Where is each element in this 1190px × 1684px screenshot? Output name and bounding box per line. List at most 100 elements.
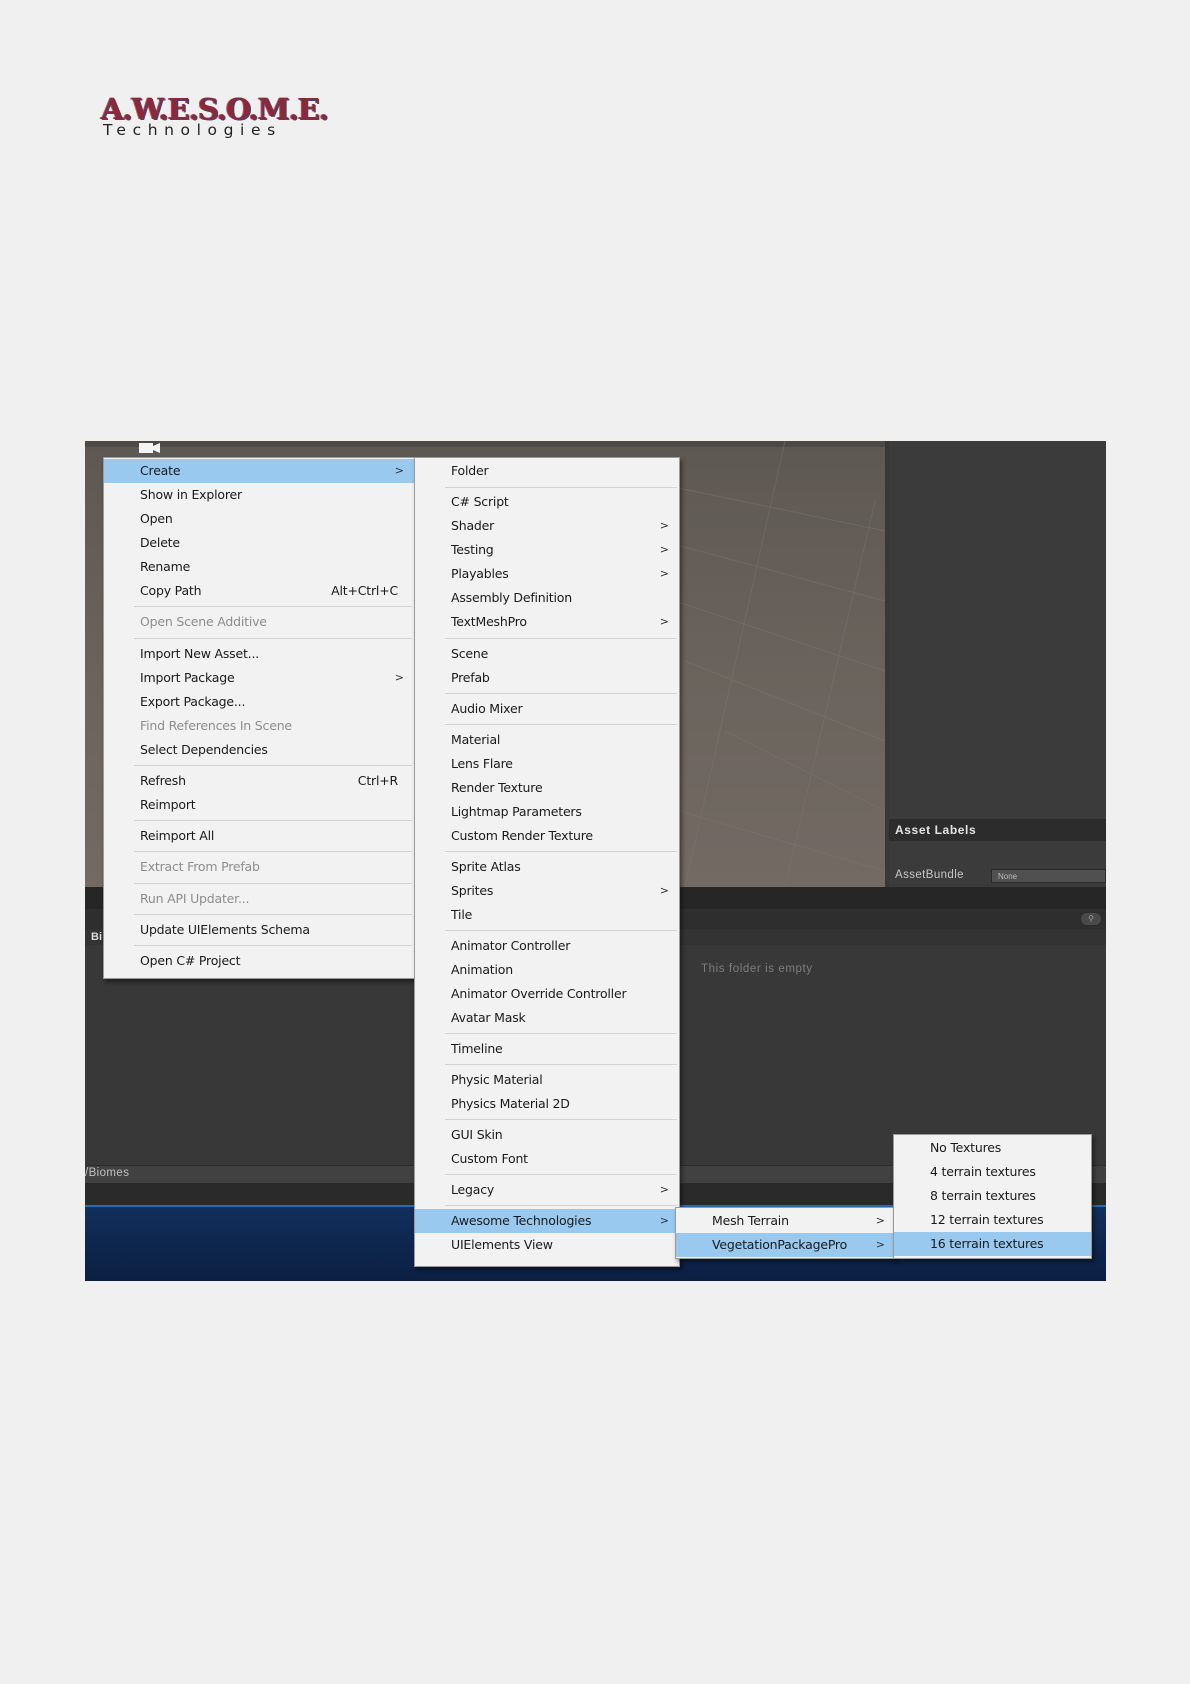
- menu-item-custom-render-texture[interactable]: Custom Render Texture: [415, 824, 679, 848]
- menu-item-vegetation-package-pro[interactable]: VegetationPackagePro >: [676, 1233, 895, 1257]
- empty-folder-message: This folder is empty: [701, 963, 813, 975]
- menu-item-run-api-updater: Run API Updater...: [140, 891, 250, 906]
- menu-separator: [134, 851, 412, 852]
- menu-item-csharp-script[interactable]: C# Script: [415, 490, 679, 514]
- menu-item-show-in-explorer[interactable]: Show in Explorer: [104, 483, 414, 507]
- menu-item-awesome-technologies[interactable]: Awesome Technologies >: [415, 1209, 679, 1233]
- menu-item-legacy[interactable]: Legacy >: [415, 1178, 679, 1202]
- asset-labels-header: Asset Labels: [889, 819, 1106, 841]
- company-logo: A.W.E.S.O.M.E. Technologies: [101, 93, 329, 141]
- menu-item-12-terrain-textures[interactable]: 12 terrain textures: [894, 1208, 1091, 1232]
- chevron-right-icon: >: [659, 1183, 669, 1196]
- chevron-right-icon: >: [659, 567, 669, 580]
- logo-subtitle: Technologies: [103, 121, 282, 139]
- menu-separator: [445, 1174, 677, 1175]
- menu-separator: [445, 693, 677, 694]
- menu-item-delete[interactable]: Delete: [104, 531, 414, 555]
- shortcut-label: Alt+Ctrl+C: [331, 583, 398, 598]
- menu-separator: [445, 487, 677, 488]
- menu-item-16-terrain-textures[interactable]: 16 terrain textures: [894, 1232, 1091, 1256]
- menu-separator: [134, 606, 412, 607]
- menu-item-audio-mixer[interactable]: Audio Mixer: [415, 697, 679, 721]
- search-icon[interactable]: ⚲: [1081, 913, 1101, 925]
- menu-separator: [445, 1033, 677, 1034]
- menu-item-scene[interactable]: Scene: [415, 642, 679, 666]
- folder-path: /Biomes: [85, 1167, 130, 1179]
- menu-item-timeline[interactable]: Timeline: [415, 1037, 679, 1061]
- chevron-right-icon: >: [875, 1214, 885, 1227]
- menu-item-prefab[interactable]: Prefab: [415, 666, 679, 690]
- menu-item-lens-flare[interactable]: Lens Flare: [415, 752, 679, 776]
- awesome-technologies-submenu: Mesh Terrain > VegetationPackagePro >: [675, 1207, 896, 1259]
- menu-item-avatar-mask[interactable]: Avatar Mask: [415, 1006, 679, 1030]
- menu-item-update-uielements-schema[interactable]: Update UIElements Schema: [104, 918, 414, 942]
- menu-item-folder[interactable]: Folder: [415, 459, 679, 483]
- menu-separator: [445, 1205, 677, 1206]
- menu-separator: [134, 883, 412, 884]
- menu-item-physics-material-2d[interactable]: Physics Material 2D: [415, 1092, 679, 1116]
- menu-separator: [445, 724, 677, 725]
- chevron-right-icon: >: [659, 615, 669, 628]
- menu-separator: [445, 638, 677, 639]
- menu-item-copy-path[interactable]: Copy Path Alt+Ctrl+C: [104, 579, 414, 603]
- menu-item-assembly-definition[interactable]: Assembly Definition: [415, 586, 679, 610]
- chevron-right-icon: >: [394, 464, 404, 477]
- menu-item-export-package[interactable]: Export Package...: [104, 690, 414, 714]
- menu-item-4-terrain-textures[interactable]: 4 terrain textures: [894, 1160, 1091, 1184]
- menu-separator: [134, 945, 412, 946]
- menu-item-import-new-asset[interactable]: Import New Asset...: [104, 642, 414, 666]
- menu-item-select-dependencies[interactable]: Select Dependencies: [104, 738, 414, 762]
- menu-separator: [445, 851, 677, 852]
- menu-item-find-references: Find References In Scene: [140, 718, 292, 733]
- menu-separator: [445, 1064, 677, 1065]
- menu-item-rename[interactable]: Rename: [104, 555, 414, 579]
- chevron-right-icon: >: [659, 884, 669, 897]
- vegetation-package-submenu: No Textures 4 terrain textures 8 terrain…: [893, 1134, 1092, 1259]
- menu-item-animation[interactable]: Animation: [415, 958, 679, 982]
- menu-item-open-scene-additive: Open Scene Additive: [140, 614, 267, 629]
- chevron-right-icon: >: [659, 543, 669, 556]
- menu-item-physic-material[interactable]: Physic Material: [415, 1068, 679, 1092]
- context-menu: Create > Show in Explorer Open Delete Ren…: [103, 457, 415, 979]
- menu-item-render-texture[interactable]: Render Texture: [415, 776, 679, 800]
- menu-item-custom-font[interactable]: Custom Font: [415, 1147, 679, 1171]
- menu-item-reimport-all[interactable]: Reimport All: [104, 824, 414, 848]
- menu-item-material[interactable]: Material: [415, 728, 679, 752]
- menu-item-testing[interactable]: Testing >: [415, 538, 679, 562]
- menu-item-textmeshpro[interactable]: TextMeshPro >: [415, 610, 679, 634]
- menu-item-uielements-view[interactable]: UIElements View: [415, 1233, 679, 1257]
- menu-item-open[interactable]: Open: [104, 507, 414, 531]
- unity-editor-screenshot: Asset Labels AssetBundle None ⚲ Bi This …: [85, 441, 1106, 1281]
- menu-separator: [134, 820, 412, 821]
- chevron-right-icon: >: [659, 1214, 669, 1227]
- menu-item-reimport[interactable]: Reimport: [104, 793, 414, 817]
- menu-item-shader[interactable]: Shader >: [415, 514, 679, 538]
- menu-item-mesh-terrain[interactable]: Mesh Terrain >: [676, 1209, 895, 1233]
- menu-item-import-package[interactable]: Import Package >: [104, 666, 414, 690]
- menu-item-tile[interactable]: Tile: [415, 903, 679, 927]
- menu-item-animator-controller[interactable]: Animator Controller: [415, 934, 679, 958]
- shortcut-label: Ctrl+R: [357, 773, 398, 788]
- menu-item-8-terrain-textures[interactable]: 8 terrain textures: [894, 1184, 1091, 1208]
- menu-item-sprites[interactable]: Sprites >: [415, 879, 679, 903]
- menu-separator: [445, 1119, 677, 1120]
- assetbundle-label: AssetBundle: [895, 869, 964, 881]
- menu-item-extract-from-prefab: Extract From Prefab: [140, 859, 260, 874]
- chevron-right-icon: >: [394, 671, 404, 684]
- asset-labels-title: Asset Labels: [895, 823, 977, 837]
- menu-item-open-csharp-project[interactable]: Open C# Project: [104, 949, 414, 973]
- menu-item-sprite-atlas[interactable]: Sprite Atlas: [415, 855, 679, 879]
- menu-item-playables[interactable]: Playables >: [415, 562, 679, 586]
- menu-separator: [445, 930, 677, 931]
- menu-item-refresh[interactable]: Refresh Ctrl+R: [104, 769, 414, 793]
- menu-item-gui-skin[interactable]: GUI Skin: [415, 1123, 679, 1147]
- project-tab-label[interactable]: Bi: [91, 931, 102, 943]
- menu-item-lightmap-parameters[interactable]: Lightmap Parameters: [415, 800, 679, 824]
- chevron-right-icon: >: [875, 1238, 885, 1251]
- menu-item-create[interactable]: Create >: [104, 459, 414, 483]
- menu-separator: [134, 914, 412, 915]
- assetbundle-dropdown[interactable]: None: [991, 869, 1106, 883]
- menu-item-animator-override-controller[interactable]: Animator Override Controller: [415, 982, 679, 1006]
- create-submenu: Folder C# Script Shader > Testing > Playab…: [414, 457, 680, 1267]
- menu-item-no-textures[interactable]: No Textures: [894, 1136, 1091, 1160]
